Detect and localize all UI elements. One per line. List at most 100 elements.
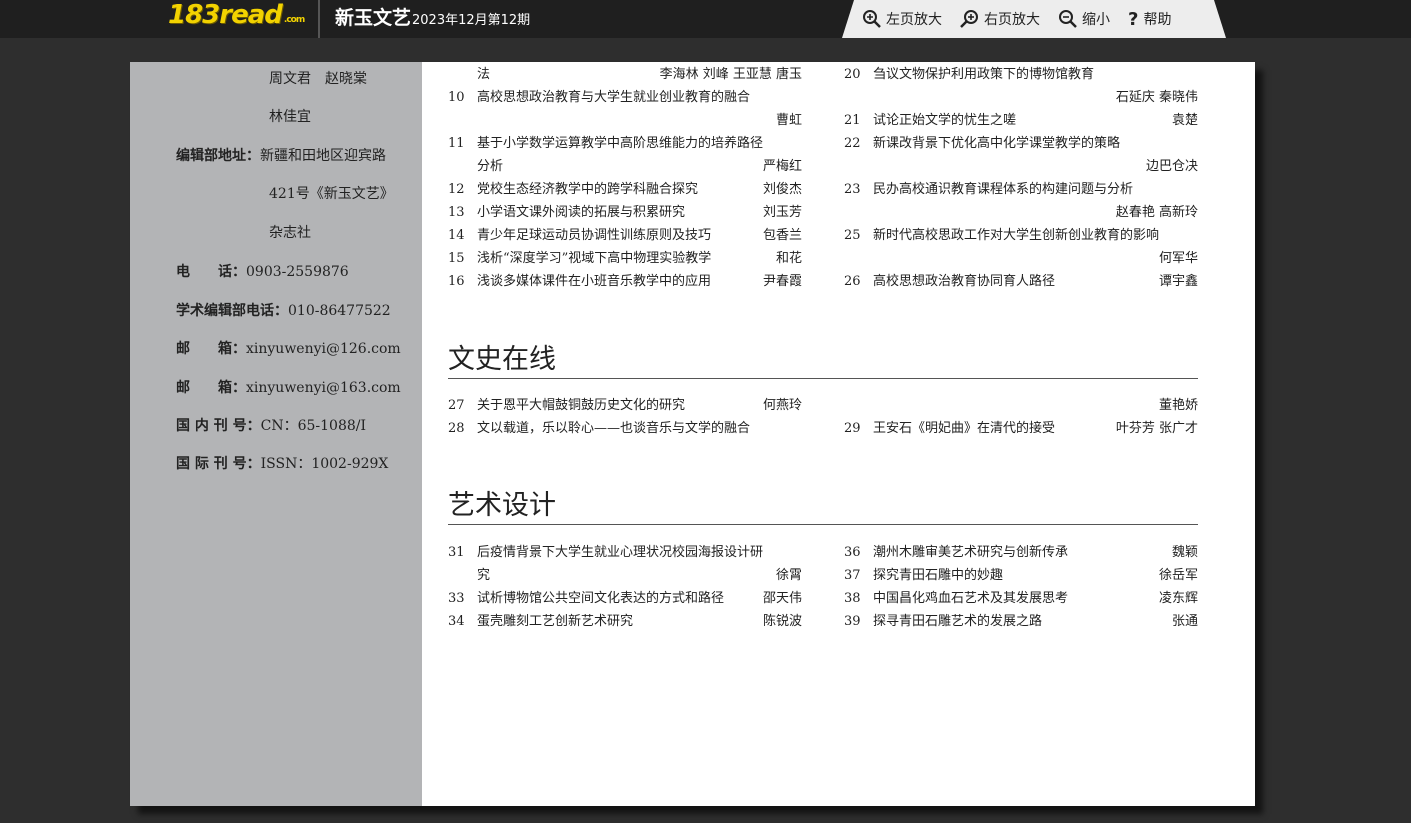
toc-entry[interactable]: 29 王安石《明妃曲》在清代的接受 叶芬芳 张广才 <box>844 418 1198 441</box>
toc-entry-title: 文以载道，乐以聆心——也谈音乐与文学的融合 <box>477 421 751 436</box>
toc-entry-title: 青少年足球运动员协调性训练原则及技巧 <box>477 228 712 243</box>
site-logo[interactable]: 183 read .com <box>168 0 306 30</box>
toc-entry-title: 王安石《明妃曲》在清代的接受 <box>873 421 1056 436</box>
toc-entry[interactable]: 董艳娇 <box>844 395 1198 418</box>
toc-entry-author: 魏颖 <box>1171 545 1198 560</box>
toc-entry[interactable]: 究 徐霄 <box>448 565 802 588</box>
domestic-issn-line: 国 内 刊 号：CN：65-1088/I <box>176 415 366 435</box>
zoom-out-button[interactable]: 缩小 <box>1058 9 1110 29</box>
toc-entry[interactable]: 11 基于小学数学运算教学中高阶思维能力的培养路径 <box>448 133 802 156</box>
toc-entry-number: 22 <box>844 136 861 151</box>
toc-entry[interactable]: 12 党校生态经济教学中的跨学科融合探究 刘俊杰 <box>448 179 802 202</box>
toc-entry[interactable]: 36 潮州木雕审美艺术研究与创新传承 魏颖 <box>844 542 1198 565</box>
academic-phone-label: 学术编辑部电话： <box>176 303 288 319</box>
toc-entry-number: 33 <box>448 591 465 606</box>
zoom-right-label: 右页放大 <box>984 12 1040 28</box>
toc-entry-number: 26 <box>844 274 861 289</box>
toc-entry[interactable]: 曹虹 <box>448 110 802 133</box>
toc-entry-number: 34 <box>448 614 465 629</box>
help-icon: ? <box>1128 8 1139 30</box>
email-line-1: 邮 箱：xinyuwenyi@126.com <box>176 338 401 358</box>
toc-entry-title: 法 <box>477 67 491 82</box>
intl-value: ISSN：1002-929X <box>260 456 389 472</box>
email-label: 邮 箱： <box>176 341 246 357</box>
toc-entry-title: 究 <box>477 568 491 583</box>
toc-entry[interactable]: 20 刍议文物保护利用政策下的博物馆教育 <box>844 64 1198 87</box>
magazine-title: 新玉文艺2023年12月第12期 <box>335 3 530 30</box>
toc-entry-title: 试论正始文学的忧生之嗟 <box>873 113 1017 128</box>
toc-entry-title: 高校思想政治教育与大学生就业创业教育的融合 <box>477 90 751 105</box>
toc-entry-title: 民办高校通识教育课程体系的构建问题与分析 <box>873 182 1134 197</box>
toc-entry-author: 邵天伟 <box>762 591 802 606</box>
toc-entry-author: 何燕玲 <box>762 398 802 413</box>
toc-entry[interactable]: 何军华 <box>844 248 1198 271</box>
toc-entry[interactable]: 37 探究青田石雕中的妙趣 徐岳军 <box>844 565 1198 588</box>
toc-entry[interactable]: 23 民办高校通识教育课程体系的构建问题与分析 <box>844 179 1198 202</box>
toc-entry[interactable]: 26 高校思想政治教育协同育人路径 谭宇鑫 <box>844 271 1198 294</box>
toc-entry[interactable]: 39 探寻青田石雕艺术的发展之路 张通 <box>844 611 1198 634</box>
toc-entry-author: 李海林 刘峰 王亚慧 唐玉 <box>659 67 802 82</box>
toc-entry[interactable]: 15 浅析“深度学习”视域下高中物理实验教学 和花 <box>448 248 802 271</box>
section-rule <box>448 378 1198 379</box>
phone-label: 电 话： <box>176 264 246 280</box>
zoom-in-icon <box>863 10 881 28</box>
toc-entry-number: 38 <box>844 591 861 606</box>
toc-entry[interactable]: 21 试论正始文学的忧生之嗟 袁楚 <box>844 110 1198 133</box>
zoom-left-label: 左页放大 <box>886 12 942 28</box>
toc-entry-author: 尹春霞 <box>762 274 802 289</box>
title-text: 新玉文艺 <box>335 7 412 29</box>
toc-entry-author: 严梅红 <box>762 159 802 174</box>
toc-entry[interactable]: 石延庆 秦晓伟 <box>844 87 1198 110</box>
toc-entry-author: 何军华 <box>1158 251 1198 266</box>
toc-entry-title: 分析 <box>477 159 504 174</box>
toc-entry-title: 高校思想政治教育协同育人路径 <box>873 274 1056 289</box>
toc-entry-title: 关于恩平大帽鼓铜鼓历史文化的研究 <box>477 398 686 413</box>
toc-entry-title: 蛋壳雕刻工艺创新艺术研究 <box>477 614 634 629</box>
toc-entry[interactable]: 28 文以载道，乐以聆心——也谈音乐与文学的融合 <box>448 418 802 441</box>
toc-entry-author: 徐霄 <box>775 568 802 583</box>
toc-entry-number: 20 <box>844 67 861 82</box>
domestic-value: CN：65-1088/I <box>260 418 367 434</box>
toc-entry-number: 10 <box>448 90 465 105</box>
intl-issn-line: 国 际 刊 号：ISSN：1002-929X <box>176 453 388 473</box>
toc-entry[interactable]: 边巴仓决 <box>844 156 1198 179</box>
toc-entry-number: 12 <box>448 182 465 197</box>
toc-entry[interactable]: 31 后疫情背景下大学生就业心理状况校园海报设计研 <box>448 542 802 565</box>
toc-entry-number: 28 <box>448 421 465 436</box>
toc-entry[interactable]: 法 李海林 刘峰 王亚慧 唐玉 <box>448 64 802 87</box>
toc-entry-author: 叶芬芳 张广才 <box>1115 421 1198 436</box>
toc-entry-title: 浅析“深度学习”视域下高中物理实验教学 <box>477 251 712 266</box>
toc-entry-author: 徐岳军 <box>1158 568 1198 583</box>
toc-entry[interactable]: 33 试析博物馆公共空间文化表达的方式和路径 邵天伟 <box>448 588 802 611</box>
help-button[interactable]: ? 帮助 <box>1128 9 1171 30</box>
toc-entry[interactable]: 13 小学语文课外阅读的拓展与积累研究 刘玉芳 <box>448 202 802 225</box>
toc-entry-title: 试析博物馆公共空间文化表达的方式和路径 <box>477 591 725 606</box>
toc-entry-title: 刍议文物保护利用政策下的博物馆教育 <box>873 67 1095 82</box>
toc-entry-number: 37 <box>844 568 861 583</box>
toc-entry-author: 陈锐波 <box>762 614 802 629</box>
toc-entry-author: 张通 <box>1171 614 1198 629</box>
toc-entry[interactable]: 38 中国昌化鸡血石艺术及其发展思考 凌东辉 <box>844 588 1198 611</box>
toc-entry[interactable]: 分析 严梅红 <box>448 156 802 179</box>
toc-entry[interactable]: 22 新课改背景下优化高中化学课堂教学的策略 <box>844 133 1198 156</box>
toc-entry-author: 谭宇鑫 <box>1158 274 1198 289</box>
toc-entry[interactable]: 赵春艳 高新玲 <box>844 202 1198 225</box>
email-value-2: xinyuwenyi@163.com <box>246 380 401 396</box>
toc-entry[interactable]: 14 青少年足球运动员协调性训练原则及技巧 包香兰 <box>448 225 802 248</box>
toc-entry-author: 石延庆 秦晓伟 <box>1115 90 1198 105</box>
toc-entry[interactable]: 27 关于恩平大帽鼓铜鼓历史文化的研究 何燕玲 <box>448 395 802 418</box>
toc-entry[interactable]: 16 浅谈多媒体课件在小班音乐教学中的应用 尹春霞 <box>448 271 802 294</box>
zoom-left-button[interactable]: 左页放大 <box>862 9 942 29</box>
toolbar: 左页放大 右页放大 缩小 ? 帮助 <box>842 0 1226 38</box>
toc-entry-number: 23 <box>844 182 861 197</box>
email-label: 邮 箱： <box>176 380 246 396</box>
toc-entry[interactable]: 34 蛋壳雕刻工艺创新艺术研究 陈锐波 <box>448 611 802 634</box>
issue-text: 2023年12月第12期 <box>412 13 531 28</box>
toc-entry[interactable]: 10 高校思想政治教育与大学生就业创业教育的融合 <box>448 87 802 110</box>
zoom-right-button[interactable]: 右页放大 <box>960 9 1040 29</box>
toc-entry-title: 小学语文课外阅读的拓展与积累研究 <box>477 205 686 220</box>
toc-entry-title: 新课改背景下优化高中化学课堂教学的策略 <box>873 136 1121 151</box>
toc-entry-number: 14 <box>448 228 465 243</box>
toc-entry[interactable]: 25 新时代高校思政工作对大学生创新创业教育的影响 <box>844 225 1198 248</box>
academic-phone-value: 010-86477522 <box>288 303 391 319</box>
